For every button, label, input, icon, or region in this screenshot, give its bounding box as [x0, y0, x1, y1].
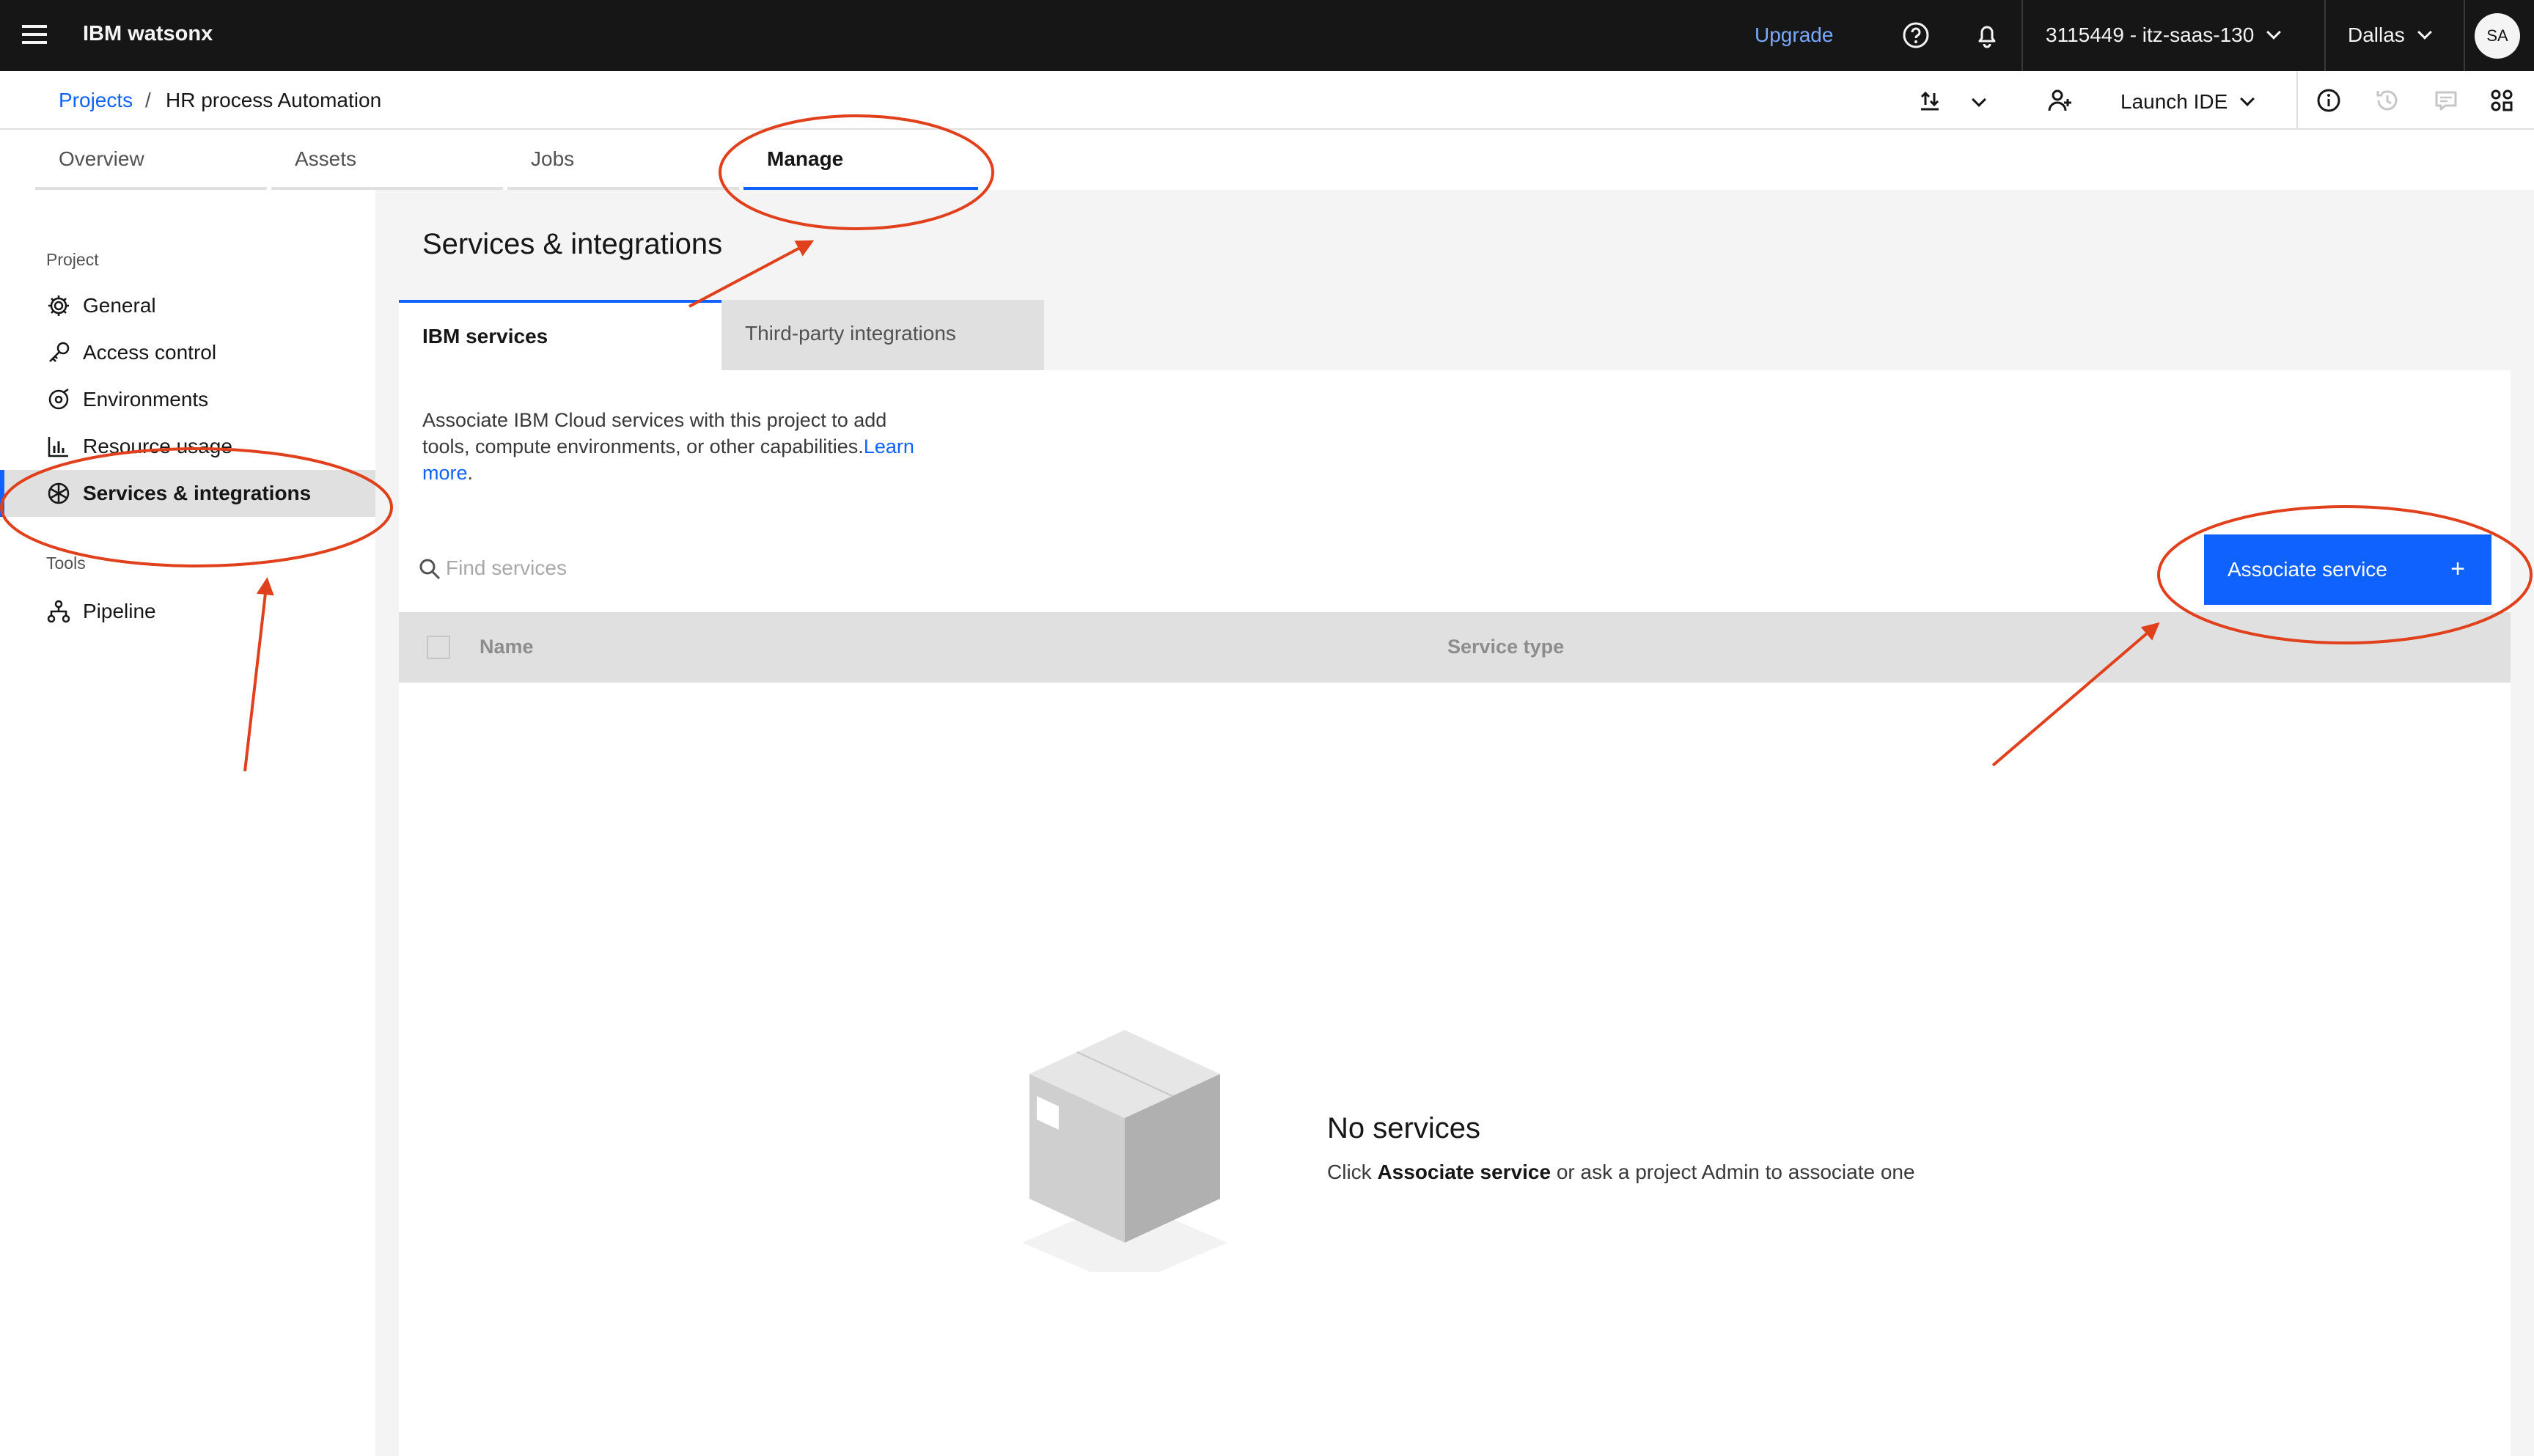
brand-name[interactable]: IBM watsonx	[83, 22, 213, 46]
tab-ibm-services[interactable]: IBM services	[399, 300, 721, 370]
tab-overview[interactable]: Overview	[35, 130, 267, 190]
tab-label: Manage	[767, 147, 844, 170]
select-all-checkbox[interactable]	[427, 636, 450, 659]
menu-icon[interactable]	[22, 25, 47, 45]
project-tabs: Overview Assets Jobs Manage	[0, 130, 2534, 190]
chevron-down-icon[interactable]	[1972, 92, 1986, 107]
add-collaborator-icon[interactable]	[2046, 86, 2075, 115]
tab-manage[interactable]: Manage	[743, 130, 978, 190]
empty-text-suffix: or ask a project Admin to associate one	[1551, 1161, 1915, 1183]
associate-service-button[interactable]: Associate service +	[2204, 534, 2491, 605]
table-header: Name Service type	[399, 612, 2511, 683]
column-header-service-type[interactable]: Service type	[1447, 636, 1564, 658]
pipeline-icon	[47, 600, 70, 623]
sidebar-section-project: Project	[46, 250, 99, 269]
sidebar-item-label: Services & integrations	[83, 482, 312, 504]
sidebar-item-label: Pipeline	[83, 600, 156, 622]
chevron-down-icon	[2266, 25, 2282, 40]
toolbar-divider	[2296, 71, 2298, 130]
breadcrumb-bar: Projects / HR process Automation Launch …	[0, 71, 2534, 130]
account-label: 3115449 - itz-saas-130	[2046, 23, 2255, 46]
upgrade-link[interactable]: Upgrade	[1755, 23, 1833, 47]
sidebar-item-label: General	[83, 294, 156, 317]
tab-jobs[interactable]: Jobs	[507, 130, 739, 190]
search-icon	[419, 559, 441, 580]
sidebar-item-pipeline[interactable]: Pipeline	[0, 588, 375, 635]
apps-icon[interactable]	[2487, 86, 2516, 115]
empty-text-bold: Associate service	[1377, 1161, 1551, 1183]
tab-label: Jobs	[531, 147, 575, 170]
panel-description: Associate IBM Cloud services with this p…	[422, 407, 921, 486]
breadcrumb-separator: /	[145, 89, 151, 111]
top-header: IBM watsonx Upgrade 3115449 - itz-saas-1…	[0, 0, 2534, 71]
empty-state-title: No services	[1327, 1112, 1480, 1144]
chevron-down-icon	[2417, 25, 2432, 40]
column-header-name[interactable]: Name	[480, 636, 534, 658]
description-period: .	[467, 462, 474, 484]
main-content: Services & integrations IBM services Thi…	[375, 190, 2534, 1456]
description-text: Associate IBM Cloud services with this p…	[422, 409, 887, 457]
chevron-down-icon	[2240, 92, 2255, 106]
sidebar-item-environments[interactable]: Environments	[0, 376, 375, 423]
notification-icon[interactable]	[1972, 21, 2002, 50]
avatar[interactable]: SA	[2475, 13, 2520, 59]
breadcrumb-current: HR process Automation	[166, 89, 382, 111]
header-divider	[2021, 0, 2023, 71]
info-icon[interactable]	[2314, 86, 2343, 115]
search-input[interactable]	[446, 546, 1179, 590]
services-icon	[48, 482, 70, 504]
plus-icon: +	[2450, 555, 2465, 583]
header-divider	[2324, 0, 2326, 71]
tab-label: Overview	[59, 147, 144, 170]
help-icon[interactable]	[1901, 21, 1931, 50]
chart-bar-icon	[48, 437, 68, 457]
tab-label: Assets	[295, 147, 357, 170]
tab-assets[interactable]: Assets	[271, 130, 503, 190]
empty-text-prefix: Click	[1327, 1161, 1378, 1183]
account-switcher[interactable]: 3115449 - itz-saas-130	[2046, 23, 2282, 47]
breadcrumb-projects-link[interactable]: Projects	[59, 89, 133, 112]
key-icon	[49, 342, 70, 362]
associate-service-label: Associate service	[2228, 558, 2387, 581]
sidebar-item-label: Environments	[83, 388, 209, 411]
sidebar: Project General Access control Environme…	[0, 190, 375, 1456]
empty-state-text: Click Associate service or ask a project…	[1327, 1161, 1915, 1184]
sidebar-item-services-integrations[interactable]: Services & integrations	[0, 470, 375, 517]
region-label: Dallas	[2348, 23, 2405, 46]
sidebar-section-tools: Tools	[46, 554, 86, 573]
launch-ide-button[interactable]: Launch IDE	[2120, 90, 2255, 114]
history-icon[interactable]	[2373, 86, 2402, 115]
sidebar-item-label: Access control	[83, 341, 217, 364]
sidebar-item-resource-usage[interactable]: Resource usage	[0, 423, 375, 470]
comment-icon[interactable]	[2431, 86, 2461, 115]
launch-ide-label: Launch IDE	[2120, 90, 2228, 113]
tab-third-party-integrations[interactable]: Third-party integrations	[721, 300, 1044, 370]
sidebar-item-label: Resource usage	[83, 435, 232, 457]
import-export-icon[interactable]	[1915, 86, 1944, 115]
services-panel: Associate IBM Cloud services with this p…	[399, 370, 2511, 1456]
sidebar-item-general[interactable]: General	[0, 282, 375, 329]
empty-box-illustration	[1022, 1030, 1227, 1272]
environment-icon	[48, 388, 69, 410]
gear-icon	[48, 295, 69, 316]
sidebar-item-access-control[interactable]: Access control	[0, 329, 375, 376]
region-switcher[interactable]: Dallas	[2348, 23, 2432, 47]
header-divider	[2464, 0, 2465, 71]
page-title: Services & integrations	[422, 228, 723, 260]
